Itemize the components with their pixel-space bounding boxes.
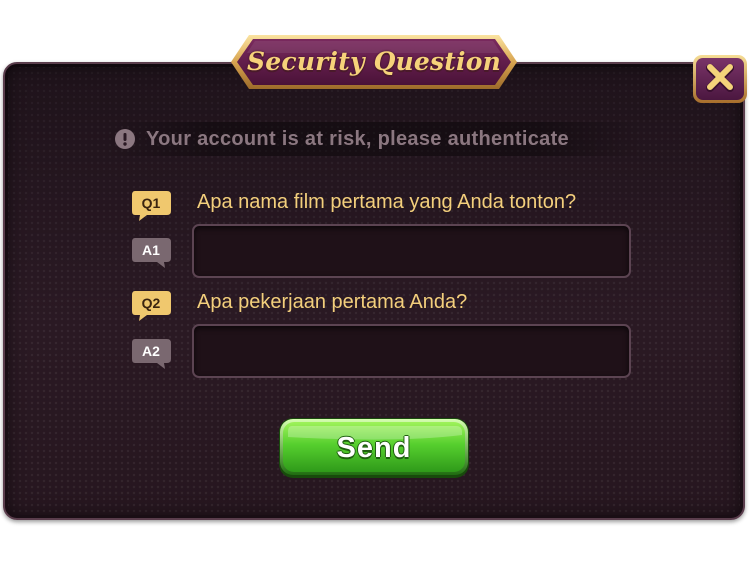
- answer-1-tag-label: A1: [142, 242, 160, 258]
- question-1-tag-label: Q1: [141, 195, 161, 211]
- answer-2-tag-label: A2: [142, 343, 160, 359]
- stage: Security Question Your account is at ris…: [0, 0, 750, 576]
- warning-text: Your account is at risk, please authenti…: [146, 127, 569, 150]
- warning-row: Your account is at risk, please authenti…: [104, 122, 644, 156]
- answer-2-input[interactable]: [192, 324, 631, 378]
- question-2-text: Apa pekerjaan pertama Anda?: [197, 291, 468, 313]
- question-1-text: Apa nama film pertama yang Anda tonton?: [197, 191, 577, 213]
- answer-2-tag: A2: [131, 337, 173, 371]
- question-2-tag-label: Q2: [141, 295, 161, 311]
- question-2-tag: Q2: [131, 289, 173, 323]
- exclamation-circle-icon: [115, 129, 135, 149]
- answer-1-tag: A1: [131, 236, 173, 270]
- title-banner: Security Question: [229, 33, 519, 91]
- dialog-title: Security Question: [246, 47, 502, 76]
- close-icon: [693, 55, 747, 103]
- send-button-label: Send: [336, 432, 412, 464]
- send-button[interactable]: Send: [278, 417, 470, 479]
- answer-1-input[interactable]: [192, 224, 631, 278]
- question-1-tag: Q1: [131, 189, 173, 223]
- close-button[interactable]: [692, 54, 748, 104]
